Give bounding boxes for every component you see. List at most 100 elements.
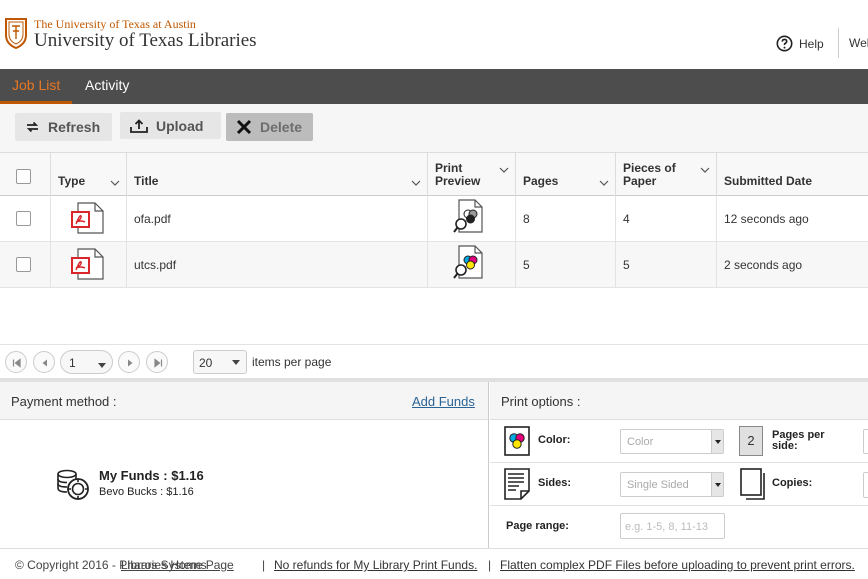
- column-pages-label: Pages: [523, 174, 559, 188]
- chevron-down-icon: [599, 180, 609, 186]
- last-page-icon: [154, 358, 163, 368]
- pdf-icon: [71, 248, 104, 280]
- column-type-label: Type: [58, 174, 86, 188]
- page-range-label: Page range:: [506, 520, 569, 532]
- column-pieces-of-paper[interactable]: Pieces of Paper: [616, 153, 717, 196]
- column-submitted-label: Submitted Date: [724, 174, 813, 188]
- caret-down-icon: [98, 363, 106, 368]
- pieces-cell: 5: [616, 242, 717, 287]
- help-link[interactable]: Help: [776, 35, 824, 52]
- column-submitted-date[interactable]: Submitted Date: [717, 153, 868, 196]
- prev-page-button[interactable]: [33, 351, 55, 373]
- print-options-title: Print options :: [501, 394, 581, 409]
- delete-button[interactable]: Delete: [226, 113, 313, 141]
- row-checkbox[interactable]: [16, 211, 31, 226]
- first-page-button[interactable]: [5, 351, 27, 373]
- submitted-value: 2 seconds ago: [724, 258, 803, 272]
- next-page-icon: [128, 359, 133, 367]
- grayscale-preview-icon[interactable]: [453, 199, 487, 237]
- pieces-value: 4: [623, 212, 630, 226]
- select-all-checkbox[interactable]: [16, 169, 31, 184]
- header-divider: [838, 28, 839, 58]
- prev-page-icon: [42, 359, 47, 367]
- refresh-label: Refresh: [48, 119, 101, 135]
- header: The University of Texas at Austin Univer…: [0, 0, 868, 69]
- ut-seal-icon: [5, 18, 27, 49]
- submitted-cell: 12 seconds ago: [717, 196, 868, 241]
- tab-job-list[interactable]: Job List: [0, 69, 73, 104]
- submitted-value: 12 seconds ago: [724, 212, 809, 226]
- delete-icon: [236, 119, 252, 135]
- tab-job-list-label: Job List: [12, 77, 61, 93]
- refresh-icon: [26, 121, 39, 133]
- help-icon: [776, 35, 793, 52]
- print-options-row-1: Color: Color 2 Pages per side:: [490, 420, 868, 463]
- no-refunds-link[interactable]: No refunds for My Library Print Funds.: [274, 558, 477, 572]
- footer-separator: |: [262, 558, 266, 572]
- welcome-text: Wel: [849, 36, 868, 50]
- first-page-icon: [12, 358, 21, 368]
- column-pieces-label: Pieces of Paper: [623, 161, 676, 188]
- column-title[interactable]: Title: [127, 153, 428, 196]
- color-select[interactable]: Color: [620, 429, 724, 454]
- column-pages[interactable]: Pages: [516, 153, 616, 196]
- page-size-select[interactable]: 20: [193, 350, 247, 374]
- copies-label: Copies:: [772, 477, 813, 489]
- upload-icon: [130, 118, 148, 133]
- funds-coins-icon: [57, 469, 89, 500]
- caret-down-icon: [711, 430, 723, 453]
- sides-select[interactable]: Single Sided: [620, 472, 724, 497]
- pages-per-side-select[interactable]: [863, 429, 868, 454]
- library-name: University of Texas Libraries: [34, 30, 257, 51]
- caret-down-icon: [711, 473, 723, 496]
- page-range-placeholder: e.g. 1-5, 8, 11-13: [625, 521, 708, 533]
- copies-icon: [740, 468, 765, 500]
- job-toolbar: Refresh Upload Delete: [0, 104, 868, 152]
- tab-activity[interactable]: Activity: [73, 69, 141, 104]
- print-options-header: Print options :: [490, 382, 868, 420]
- next-page-button[interactable]: [118, 351, 140, 373]
- pages-per-side-glyph: 2: [747, 433, 755, 448]
- main-nav: Job List Activity: [0, 69, 868, 104]
- job-grid: Type Title Print Preview Pages Pieces of…: [0, 152, 868, 344]
- color-select-value: Color: [627, 436, 654, 448]
- ut-libraries-logo[interactable]: The University of Texas at Austin Univer…: [4, 17, 257, 51]
- pages-cell: 8: [516, 196, 616, 241]
- sides-select-value: Single Sided: [627, 479, 689, 491]
- column-print-preview-label: Print Preview: [435, 161, 481, 188]
- page-number-value: 1: [69, 356, 76, 370]
- payment-panel: Payment method : Add Funds My Funds : $1…: [0, 382, 489, 548]
- print-options-panel: Print options : Color: Color 2 Pages per…: [490, 382, 868, 548]
- table-row[interactable]: ofa.pdf 8 4 12 seconds ago: [0, 196, 868, 242]
- payment-header: Payment method : Add Funds: [0, 382, 488, 420]
- chevron-down-icon: [411, 180, 421, 186]
- chevron-down-icon: [700, 167, 710, 173]
- upload-button[interactable]: Upload: [120, 112, 221, 139]
- print-options-row-3: Page range: e.g. 1-5, 8, 11-13: [490, 506, 868, 549]
- last-page-button[interactable]: [146, 351, 168, 373]
- sides-icon: [504, 468, 530, 500]
- table-row[interactable]: utcs.pdf 5 5 2 seconds ago: [0, 242, 868, 288]
- upload-label: Upload: [156, 117, 204, 134]
- column-print-preview[interactable]: Print Preview: [428, 153, 516, 196]
- column-type[interactable]: Type: [51, 153, 127, 196]
- flatten-pdf-link[interactable]: Flatten complex PDF Files before uploadi…: [500, 558, 855, 572]
- sides-label: Sides:: [538, 477, 572, 489]
- color-preview-icon[interactable]: [453, 245, 487, 283]
- row-checkbox[interactable]: [16, 257, 31, 272]
- items-per-page-label: items per page: [252, 355, 332, 369]
- page-range-input[interactable]: e.g. 1-5, 8, 11-13: [620, 513, 725, 539]
- add-funds-link[interactable]: Add Funds: [412, 394, 475, 409]
- libraries-home-link[interactable]: Libraries Home Page: [121, 558, 234, 572]
- my-funds-title: My Funds : $1.16: [99, 468, 204, 483]
- chevron-down-icon: [499, 167, 509, 173]
- copies-input[interactable]: [863, 472, 868, 498]
- pieces-cell: 4: [616, 196, 717, 241]
- bevo-bucks-balance: Bevo Bucks : $1.16: [99, 486, 194, 498]
- delete-label: Delete: [260, 119, 303, 135]
- page-number-picker[interactable]: 1: [60, 350, 113, 374]
- column-title-label: Title: [134, 174, 159, 188]
- refresh-button[interactable]: Refresh: [15, 113, 112, 141]
- university-name: The University of Texas at Austin: [34, 17, 196, 31]
- caret-down-icon: [232, 360, 240, 365]
